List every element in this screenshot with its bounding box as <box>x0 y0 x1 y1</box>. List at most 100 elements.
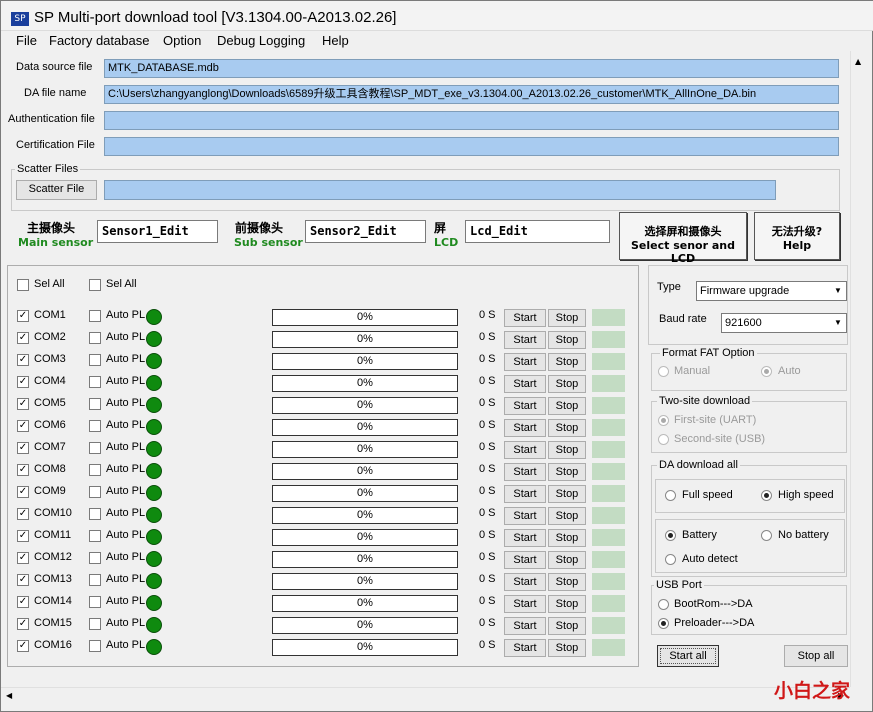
format-auto-radio[interactable] <box>761 366 772 377</box>
menu-help[interactable]: Help <box>322 33 349 48</box>
port-checkbox[interactable]: ✓ <box>17 442 29 454</box>
port-start-button[interactable]: Start <box>504 331 546 349</box>
auto-pl-checkbox[interactable] <box>89 486 101 498</box>
first-site-radio[interactable] <box>658 415 669 426</box>
port-stop-button[interactable]: Stop <box>548 485 586 503</box>
port-stop-button[interactable]: Stop <box>548 529 586 547</box>
scroll-up-icon[interactable]: ▲ <box>855 57 861 66</box>
port-checkbox[interactable]: ✓ <box>17 574 29 586</box>
scatter-file-field[interactable] <box>104 180 776 200</box>
port-checkbox[interactable]: ✓ <box>17 508 29 520</box>
port-checkbox[interactable]: ✓ <box>17 354 29 366</box>
auto-pl-checkbox[interactable] <box>89 420 101 432</box>
port-start-button[interactable]: Start <box>504 463 546 481</box>
menu-debug-logging[interactable]: Debug Logging <box>217 33 305 48</box>
port-start-button[interactable]: Start <box>504 375 546 393</box>
vertical-scrollbar[interactable]: ▲ <box>850 51 867 687</box>
auto-pl-checkbox[interactable] <box>89 398 101 410</box>
port-checkbox[interactable]: ✓ <box>17 376 29 388</box>
auto-detect-radio[interactable] <box>665 554 676 565</box>
port-start-button[interactable]: Start <box>504 639 546 657</box>
menu-option[interactable]: Option <box>163 33 201 48</box>
auto-pl-checkbox[interactable] <box>89 464 101 476</box>
port-start-button[interactable]: Start <box>504 507 546 525</box>
port-stop-button[interactable]: Stop <box>548 375 586 393</box>
port-start-button[interactable]: Start <box>504 309 546 327</box>
da-file-field[interactable]: C:\Users\zhangyanglong\Downloads\6589升级工… <box>104 85 839 104</box>
battery-radio[interactable] <box>665 530 676 541</box>
sel-all-checkbox-1[interactable] <box>17 279 29 291</box>
port-start-button[interactable]: Start <box>504 485 546 503</box>
port-start-button[interactable]: Start <box>504 397 546 415</box>
auto-pl-checkbox[interactable] <box>89 354 101 366</box>
auto-pl-checkbox[interactable] <box>89 442 101 454</box>
certification-field[interactable] <box>104 137 839 156</box>
port-start-button[interactable]: Start <box>504 353 546 371</box>
main-sensor-edit[interactable]: Sensor1_Edit <box>97 220 218 243</box>
port-checkbox[interactable]: ✓ <box>17 640 29 652</box>
port-stop-button[interactable]: Stop <box>548 353 586 371</box>
auto-pl-checkbox[interactable] <box>89 640 101 652</box>
auto-pl-checkbox[interactable] <box>89 552 101 564</box>
port-stop-button[interactable]: Stop <box>548 639 586 657</box>
port-checkbox[interactable]: ✓ <box>17 530 29 542</box>
port-stop-button[interactable]: Stop <box>548 551 586 569</box>
port-stop-button[interactable]: Stop <box>548 397 586 415</box>
port-start-button[interactable]: Start <box>504 595 546 613</box>
port-stop-button[interactable]: Stop <box>548 617 586 635</box>
port-stop-button[interactable]: Stop <box>548 507 586 525</box>
scatter-file-button[interactable]: Scatter File <box>16 180 97 200</box>
port-start-button[interactable]: Start <box>504 573 546 591</box>
port-checkbox[interactable]: ✓ <box>17 332 29 344</box>
sel-all-checkbox-2[interactable] <box>89 279 101 291</box>
port-stop-button[interactable]: Stop <box>548 463 586 481</box>
port-checkbox[interactable]: ✓ <box>17 486 29 498</box>
scroll-left-icon[interactable]: ◀ <box>6 691 12 700</box>
second-site-radio[interactable] <box>658 434 669 445</box>
auto-pl-checkbox[interactable] <box>89 332 101 344</box>
port-start-button[interactable]: Start <box>504 617 546 635</box>
auto-pl-checkbox[interactable] <box>89 310 101 322</box>
stop-all-button[interactable]: Stop all <box>784 645 848 667</box>
menu-factory-database[interactable]: Factory database <box>49 33 149 48</box>
menu-file[interactable]: File <box>16 33 37 48</box>
port-stop-button[interactable]: Stop <box>548 441 586 459</box>
preloader-radio[interactable] <box>658 618 669 629</box>
auto-pl-checkbox[interactable] <box>89 596 101 608</box>
port-start-button[interactable]: Start <box>504 419 546 437</box>
high-speed-radio[interactable] <box>761 490 772 501</box>
auto-pl-checkbox[interactable] <box>89 508 101 520</box>
baud-rate-select[interactable]: 921600 ▼ <box>721 313 847 333</box>
help-button[interactable]: 无法升级? Help <box>754 212 840 260</box>
port-stop-button[interactable]: Stop <box>548 595 586 613</box>
port-checkbox[interactable]: ✓ <box>17 420 29 432</box>
horizontal-scrollbar[interactable]: ◀ ▶ <box>1 687 850 704</box>
bootrom-radio[interactable] <box>658 599 669 610</box>
data-source-field[interactable]: MTK_DATABASE.mdb <box>104 59 839 78</box>
port-checkbox[interactable]: ✓ <box>17 596 29 608</box>
start-all-button[interactable]: Start all <box>657 645 719 667</box>
select-sensor-lcd-button[interactable]: 选择屏和摄像头 Select senor and LCD <box>619 212 747 265</box>
port-start-button[interactable]: Start <box>504 529 546 547</box>
port-start-button[interactable]: Start <box>504 551 546 569</box>
no-battery-radio[interactable] <box>761 530 772 541</box>
port-checkbox[interactable]: ✓ <box>17 398 29 410</box>
auto-pl-checkbox[interactable] <box>89 530 101 542</box>
port-stop-button[interactable]: Stop <box>548 309 586 327</box>
auto-pl-checkbox[interactable] <box>89 376 101 388</box>
port-stop-button[interactable]: Stop <box>548 331 586 349</box>
full-speed-radio[interactable] <box>665 490 676 501</box>
port-stop-button[interactable]: Stop <box>548 573 586 591</box>
format-manual-radio[interactable] <box>658 366 669 377</box>
authentication-field[interactable] <box>104 111 839 130</box>
type-select[interactable]: Firmware upgrade ▼ <box>696 281 847 301</box>
port-checkbox[interactable]: ✓ <box>17 552 29 564</box>
auto-pl-checkbox[interactable] <box>89 618 101 630</box>
port-checkbox[interactable]: ✓ <box>17 464 29 476</box>
port-start-button[interactable]: Start <box>504 441 546 459</box>
auto-pl-checkbox[interactable] <box>89 574 101 586</box>
lcd-edit[interactable]: Lcd_Edit <box>465 220 610 243</box>
sub-sensor-edit[interactable]: Sensor2_Edit <box>305 220 426 243</box>
port-stop-button[interactable]: Stop <box>548 419 586 437</box>
port-checkbox[interactable]: ✓ <box>17 310 29 322</box>
